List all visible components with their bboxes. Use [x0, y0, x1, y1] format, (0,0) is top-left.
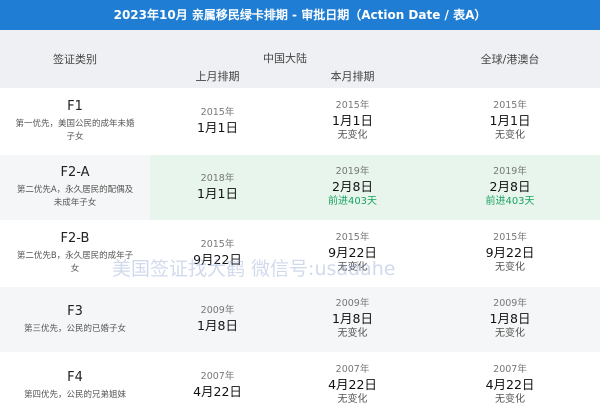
- header-this-month: 本月排期: [285, 66, 420, 89]
- change-note: 无变化: [420, 393, 600, 407]
- date: 9月22日: [285, 244, 420, 261]
- change-note: 前进403天: [420, 195, 600, 209]
- date: 1月1日: [150, 185, 285, 202]
- table-row: F2-B 第二优先B，永久居民的成年子女 2015年 9月22日 2015年 9…: [0, 221, 600, 287]
- year: 2009年: [150, 305, 285, 317]
- change-note: 无变化: [420, 327, 600, 341]
- year: 2009年: [285, 298, 420, 310]
- year: 2015年: [150, 239, 285, 251]
- date: 2月8日: [285, 178, 420, 195]
- year: 2019年: [285, 166, 420, 178]
- this-month-cell: 2007年 4月22日 无变化: [285, 353, 420, 418]
- category-code: F3: [0, 304, 150, 319]
- year: 2007年: [420, 364, 600, 376]
- table-row: F2-A 第二优先A，永久居民的配偶及未成年子女 2018年 1月1日 2019…: [0, 155, 600, 221]
- year: 2015年: [285, 232, 420, 244]
- change-note: 无变化: [285, 327, 420, 341]
- category-cell: F4 第四优先，公民的兄弟姐妹: [0, 353, 150, 418]
- year: 2015年: [285, 100, 420, 112]
- global-cell: 2007年 4月22日 无变化: [420, 353, 600, 418]
- date: 1月8日: [420, 310, 600, 327]
- change-note: 无变化: [285, 129, 420, 143]
- this-month-cell: 2019年 2月8日 前进403天: [285, 155, 420, 221]
- category-code: F4: [0, 370, 150, 385]
- last-month-cell: 2015年 1月1日: [150, 89, 285, 155]
- category-cell: F3 第三优先，公民的已婚子女: [0, 287, 150, 353]
- table-row: F1 第一优先，美国公民的成年未婚子女 2015年 1月1日 2015年 1月1…: [0, 89, 600, 155]
- date: 1月1日: [420, 112, 600, 129]
- year: 2009年: [420, 298, 600, 310]
- global-cell: 2019年 2月8日 前进403天: [420, 155, 600, 221]
- page-title-banner: 2023年10月 亲属移民绿卡排期 - 审批日期（Action Date / 表…: [0, 0, 600, 30]
- header-last-month: 上月排期: [150, 66, 285, 89]
- date: 1月8日: [285, 310, 420, 327]
- date: 9月22日: [150, 251, 285, 268]
- year: 2019年: [420, 166, 600, 178]
- date: 4月22日: [150, 383, 285, 400]
- date: 9月22日: [420, 244, 600, 261]
- year: 2015年: [150, 107, 285, 119]
- date: 2月8日: [420, 178, 600, 195]
- category-desc: 第一优先，美国公民的成年未婚子女: [0, 118, 150, 144]
- category-desc: 第三优先，公民的已婚子女: [0, 323, 150, 336]
- category-cell: F1 第一优先，美国公民的成年未婚子女: [0, 89, 150, 155]
- category-code: F2-A: [0, 165, 150, 180]
- last-month-cell: 2015年 9月22日: [150, 221, 285, 287]
- global-cell: 2009年 1月8日 无变化: [420, 287, 600, 353]
- global-cell: 2015年 9月22日 无变化: [420, 221, 600, 287]
- table-row: F3 第三优先，公民的已婚子女 2009年 1月8日 2009年 1月8日 无变…: [0, 287, 600, 353]
- last-month-cell: 2018年 1月1日: [150, 155, 285, 221]
- header-mainland: 中国大陆: [150, 30, 420, 66]
- last-month-cell: 2007年 4月22日: [150, 353, 285, 418]
- visa-bulletin-table: 签证类别 中国大陆 全球/港澳台 上月排期 本月排期 F1 第一优先，美国公民的…: [0, 30, 600, 418]
- category-cell: F2-B 第二优先B，永久居民的成年子女: [0, 221, 150, 287]
- header-category: 签证类别: [0, 30, 150, 89]
- year: 2007年: [285, 364, 420, 376]
- change-note: 无变化: [285, 393, 420, 407]
- category-code: F2-B: [0, 231, 150, 246]
- category-desc: 第二优先A，永久居民的配偶及未成年子女: [0, 184, 150, 210]
- change-note: 前进403天: [285, 195, 420, 209]
- last-month-cell: 2009年 1月8日: [150, 287, 285, 353]
- category-cell: F2-A 第二优先A，永久居民的配偶及未成年子女: [0, 155, 150, 221]
- this-month-cell: 2015年 1月1日 无变化: [285, 89, 420, 155]
- change-note: 无变化: [420, 129, 600, 143]
- category-code: F1: [0, 99, 150, 114]
- category-desc: 第二优先B，永久居民的成年子女: [0, 250, 150, 276]
- date: 4月22日: [285, 376, 420, 393]
- category-desc: 第四优先，公民的兄弟姐妹: [0, 389, 150, 402]
- year: 2007年: [150, 371, 285, 383]
- this-month-cell: 2015年 9月22日 无变化: [285, 221, 420, 287]
- change-note: 无变化: [420, 261, 600, 275]
- global-cell: 2015年 1月1日 无变化: [420, 89, 600, 155]
- change-note: 无变化: [285, 261, 420, 275]
- header-global: 全球/港澳台: [420, 30, 600, 89]
- date: 1月8日: [150, 317, 285, 334]
- date: 1月1日: [150, 119, 285, 136]
- year: 2015年: [420, 232, 600, 244]
- year: 2018年: [150, 173, 285, 185]
- date: 1月1日: [285, 112, 420, 129]
- date: 4月22日: [420, 376, 600, 393]
- year: 2015年: [420, 100, 600, 112]
- this-month-cell: 2009年 1月8日 无变化: [285, 287, 420, 353]
- table-row: F4 第四优先，公民的兄弟姐妹 2007年 4月22日 2007年 4月22日 …: [0, 353, 600, 418]
